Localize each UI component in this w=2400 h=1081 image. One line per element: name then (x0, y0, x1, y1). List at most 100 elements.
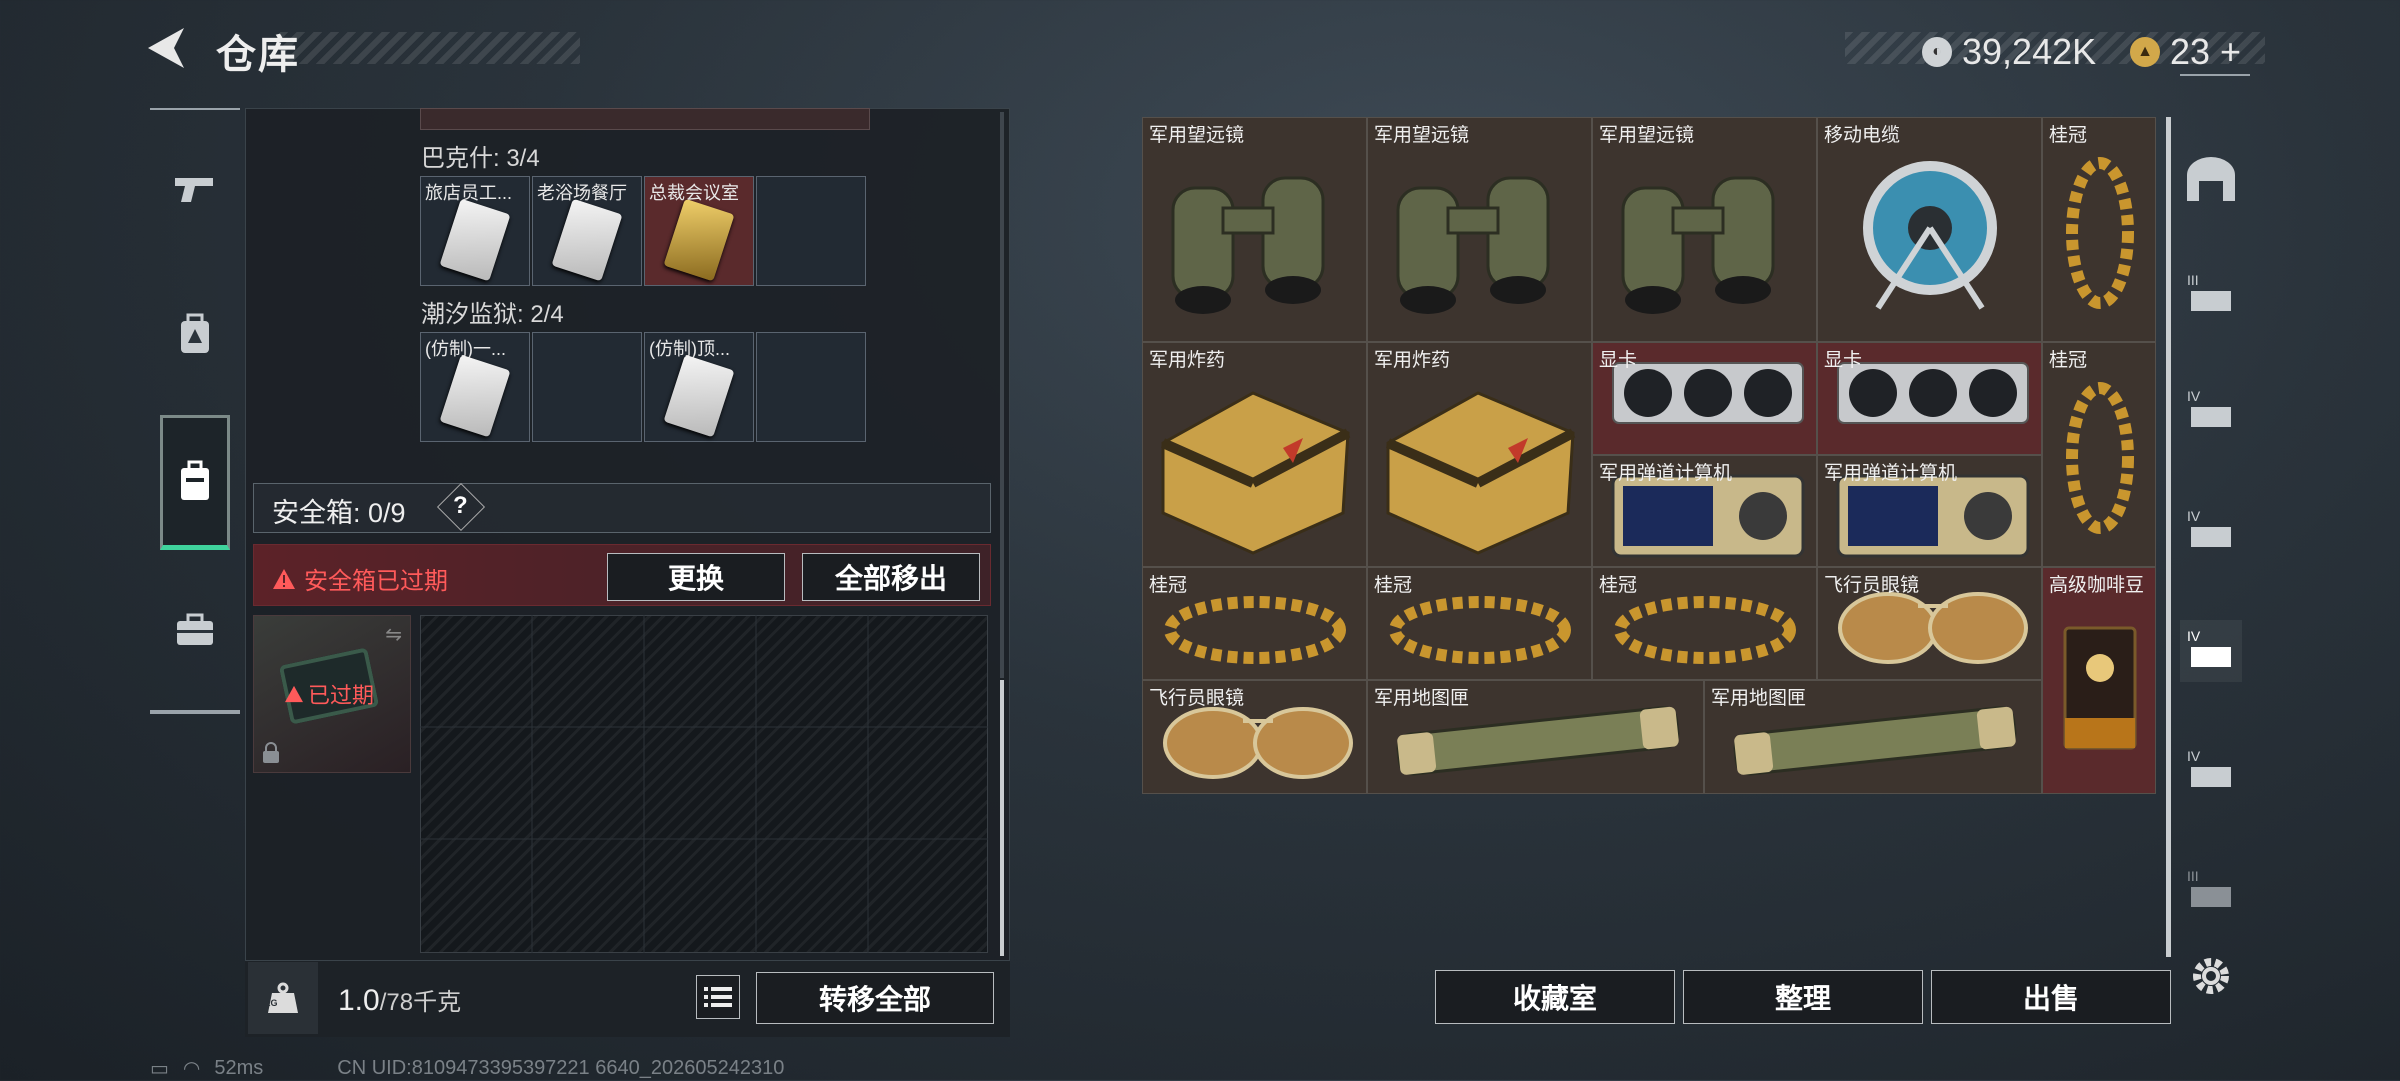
settings-button[interactable] (2180, 945, 2242, 1007)
key-slot[interactable]: (仿制)顶... (644, 332, 754, 442)
warning-icon (285, 685, 303, 703)
collection-room-button[interactable]: 收藏室 (1435, 970, 1675, 1024)
key-slot[interactable]: 总裁会议室 (644, 176, 754, 286)
nav-shelf-6[interactable]: III (2180, 860, 2242, 922)
item-binoculars[interactable]: 军用望远镜 (1592, 117, 1817, 342)
rack-level-icon: IV (2187, 748, 2231, 787)
key-slot[interactable]: (仿制)一... (420, 332, 530, 442)
nav-shelf-5[interactable]: IV (2180, 740, 2242, 802)
rack-level-icon: IV (2187, 388, 2231, 427)
status-bar: ▭ ◠ 52ms CN UID:8109473395397221 6640_20… (150, 1057, 785, 1080)
nav-shelf-1[interactable]: III (2180, 264, 2242, 326)
section-title-tidal-prison: 潮汐监狱: 2/4 (421, 301, 564, 328)
binoculars-icon (1396, 176, 1550, 314)
currency-premium[interactable]: ▲ 23 + (2130, 31, 2241, 73)
item-military-explosive[interactable]: 军用炸药 (1142, 342, 1367, 567)
nav-shelf-3[interactable]: IV (2180, 500, 2242, 562)
rack-level-icon: III (2187, 868, 2231, 907)
binoculars-icon (1171, 176, 1325, 314)
keycard-icon (551, 198, 623, 282)
laurel-crown-icon (2066, 382, 2134, 534)
nav-weapons[interactable] (160, 140, 230, 240)
svg-text:III: III (2187, 868, 2199, 884)
svg-text:IV: IV (2187, 628, 2201, 644)
keycard-icon (663, 354, 735, 438)
nav-divider-bottom (150, 710, 240, 712)
item-ballistic-computer[interactable]: 军用弹道计算机 (1592, 455, 1817, 567)
sell-button[interactable]: 出售 (1931, 970, 2171, 1024)
list-icon (704, 987, 732, 1007)
left-scroll-track (1000, 112, 1004, 678)
item-graphics-card[interactable]: 显卡 (1592, 342, 1817, 455)
item-ballistic-computer[interactable]: 军用弹道计算机 (1817, 455, 2042, 567)
item-laurel-crown[interactable]: 桂冠 (2042, 117, 2156, 342)
wifi-icon: ◠ (182, 1058, 201, 1080)
item-aviator-glasses[interactable]: 飞行员眼镜 (1142, 680, 1367, 794)
keycard-icon (663, 198, 735, 282)
warning-icon (273, 568, 295, 589)
safebox-label: 安全箱: 0/9 (272, 498, 406, 528)
add-currency-button[interactable]: + (2220, 31, 2241, 73)
header-stripe (280, 32, 580, 64)
warehouse-arch-icon (2187, 157, 2235, 201)
nav-safebox[interactable] (160, 415, 230, 550)
safebox-grid-lines (420, 615, 988, 953)
item-laurel-crown[interactable]: 桂冠 (1592, 567, 1817, 680)
right-nav-divider (2180, 74, 2250, 76)
sort-button[interactable]: 整理 (1683, 970, 1923, 1024)
pistol-icon (175, 178, 213, 202)
explosive-crate-icon (1160, 391, 1351, 555)
item-military-explosive[interactable]: 军用炸药 (1367, 342, 1592, 567)
transfer-all-button[interactable]: 转移全部 (756, 972, 994, 1024)
key-slot-empty[interactable] (756, 176, 866, 286)
nav-briefcase[interactable] (160, 580, 230, 680)
item-laurel-crown[interactable]: 桂冠 (1367, 567, 1592, 680)
backpack-icon (181, 313, 209, 353)
weight-readout: 1.0/78千克 (338, 984, 462, 1017)
gear-icon (2193, 958, 2229, 994)
key-slot[interactable]: 旅店员工... (420, 176, 530, 286)
key-slot-empty[interactable] (756, 332, 866, 442)
item-aviator-glasses[interactable]: 飞行员眼镜 (1817, 567, 2042, 680)
list-view-button[interactable] (696, 975, 740, 1019)
key-slot[interactable]: 老浴场餐厅 (532, 176, 642, 286)
item-graphics-card[interactable]: 显卡 (1817, 342, 2042, 455)
currency-primary: ◐ 39,242K (1922, 31, 2096, 73)
item-binoculars[interactable]: 军用望远镜 (1142, 117, 1367, 342)
right-scrollbar[interactable] (2166, 117, 2171, 957)
coffee-bag-icon (2063, 626, 2137, 750)
left-scrollbar[interactable] (1000, 680, 1004, 956)
swap-icon: ⇋ (385, 624, 402, 646)
item-premium-coffee-beans[interactable]: 高级咖啡豆 (2042, 567, 2156, 794)
help-text: ? (453, 492, 468, 519)
nav-divider-top (150, 108, 240, 110)
nav-backpack[interactable] (160, 285, 230, 385)
lock-icon (263, 742, 279, 763)
nav-shelf-4-active[interactable]: IV (2180, 620, 2242, 682)
key-slot-empty[interactable] (532, 332, 642, 442)
item-laurel-crown[interactable]: 桂冠 (1142, 567, 1367, 680)
safebox-item[interactable]: 已过期 ⇋ (253, 615, 411, 773)
section-title-bakesh: 巴克什: 3/4 (421, 145, 540, 172)
item-laurel-crown[interactable]: 桂冠 (2042, 342, 2156, 567)
rack-level-icon: IV (2187, 628, 2231, 667)
coin-icon: ◐ (1922, 37, 1952, 67)
nav-shelf-2[interactable]: IV (2180, 380, 2242, 442)
item-binoculars[interactable]: 军用望远镜 (1367, 117, 1592, 342)
expired-warning: 安全箱已过期 (272, 561, 448, 596)
item-military-map-tube[interactable]: 军用地图匣 (1367, 680, 1704, 794)
item-cable-reel[interactable]: 移动电缆 (1817, 117, 2042, 342)
weight-icon-box (248, 962, 318, 1034)
item-military-map-tube[interactable]: 军用地图匣 (1704, 680, 2042, 794)
battery-icon: ▭ (150, 1058, 169, 1080)
keycard-icon (439, 198, 511, 282)
back-arrow-icon[interactable] (146, 26, 186, 70)
premium-coin-icon: ▲ (2130, 37, 2160, 67)
binoculars-icon (1621, 176, 1775, 314)
svg-text:IV: IV (2187, 748, 2201, 764)
move-all-out-button[interactable]: 全部移出 (802, 553, 980, 601)
keycard-icon (439, 354, 511, 438)
replace-button[interactable]: 更换 (607, 553, 785, 601)
nav-all-rooms[interactable] (2180, 148, 2242, 210)
expired-tag: 已过期 (284, 678, 374, 710)
